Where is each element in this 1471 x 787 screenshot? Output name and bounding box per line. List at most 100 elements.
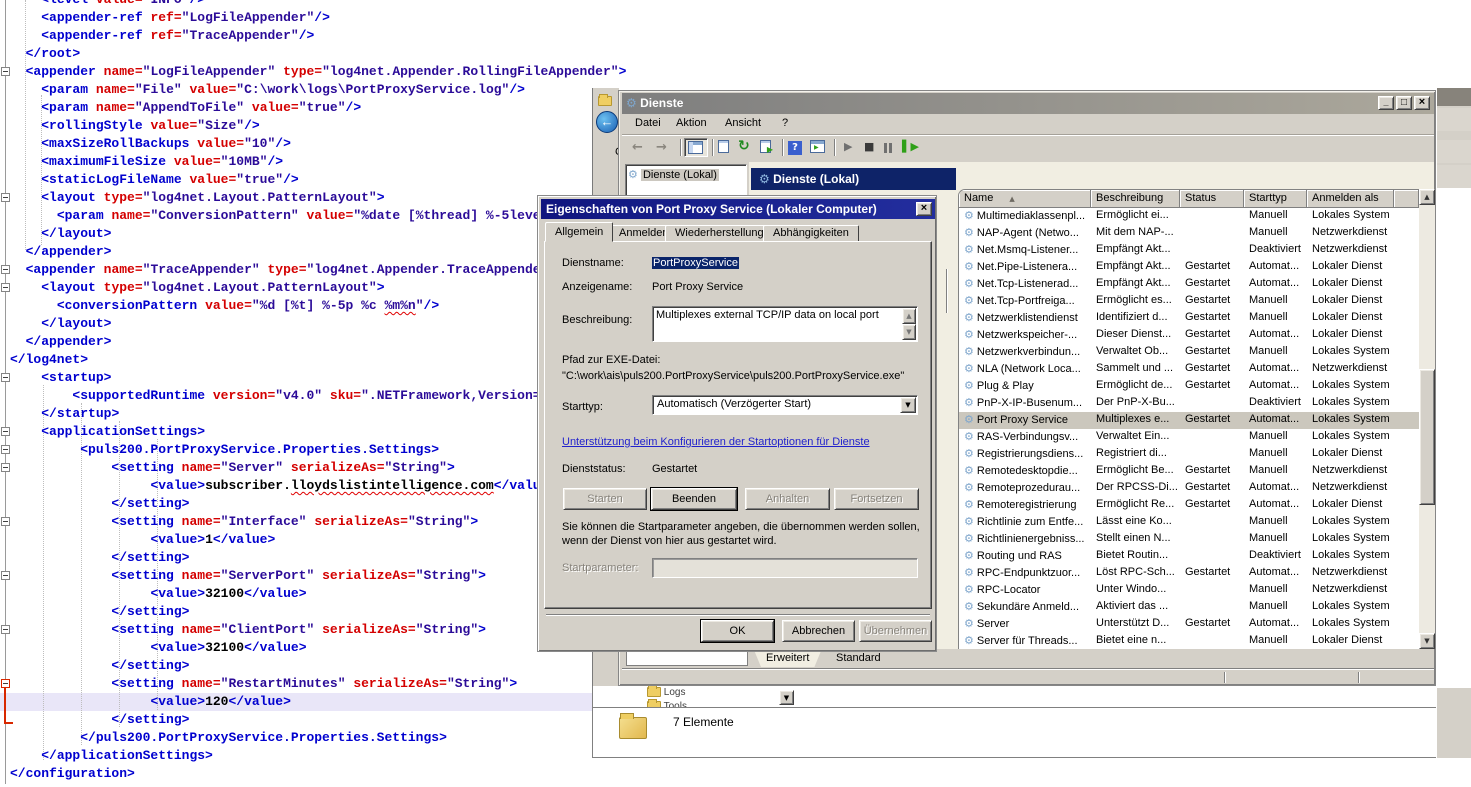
minimize-button[interactable]: _ bbox=[1378, 96, 1394, 110]
service-row[interactable]: ⚙Net.Pipe-Listenera... Empfängt Akt... G… bbox=[959, 259, 1419, 276]
menu-help[interactable]: ? bbox=[782, 117, 788, 129]
abbrechen-button[interactable]: Abbrechen bbox=[782, 620, 855, 642]
fold-toggle-icon[interactable] bbox=[1, 625, 10, 634]
tab-standard[interactable]: Standard bbox=[824, 650, 893, 667]
explorer-folder-list: Logs Tools ▼ bbox=[593, 686, 1471, 708]
service-row[interactable]: ⚙Server Unterstützt D... Gestartet Autom… bbox=[959, 616, 1419, 633]
starten-button[interactable]: Starten bbox=[563, 488, 647, 510]
tab-allgemein[interactable]: Allgemein bbox=[545, 222, 613, 242]
startparameter-input[interactable] bbox=[652, 558, 918, 578]
value-dienstname[interactable]: PortProxyService bbox=[652, 257, 739, 269]
tab-erweitert[interactable]: Erweitert bbox=[754, 650, 821, 667]
scroll-up-icon[interactable]: ▲ bbox=[1419, 189, 1435, 205]
service-row[interactable]: ⚙Net.Msmq-Listener... Empfängt Akt... De… bbox=[959, 242, 1419, 259]
scrollbar-thumb[interactable] bbox=[1419, 369, 1435, 505]
service-row[interactable]: ⚙Plug & Play Ermöglicht de... Gestartet … bbox=[959, 378, 1419, 395]
service-row[interactable]: ⚙RAS-Verbindungsv... Verwaltet Ein... Ma… bbox=[959, 429, 1419, 446]
menu-aktion[interactable]: Aktion bbox=[676, 117, 707, 129]
service-row[interactable]: ⚙Richtlinienergebniss... Stellt einen N.… bbox=[959, 531, 1419, 548]
tab-wiederherstellung[interactable]: Wiederherstellung bbox=[665, 225, 774, 241]
startoptions-help-link[interactable]: Unterstützung beim Konfigurieren der Sta… bbox=[562, 436, 870, 448]
back-icon[interactable]: ← bbox=[632, 140, 643, 155]
export-list-icon[interactable]: ▶ bbox=[760, 140, 771, 157]
console-tree-toggle-icon[interactable] bbox=[684, 138, 708, 157]
fold-toggle-icon[interactable] bbox=[1, 445, 10, 454]
close-button[interactable]: × bbox=[1414, 96, 1430, 110]
maximize-button[interactable]: □ bbox=[1396, 96, 1412, 110]
column-header-anmelden-als[interactable]: Anmelden als bbox=[1307, 190, 1394, 208]
fold-toggle-icon[interactable] bbox=[1, 427, 10, 436]
starttyp-value: Automatisch (Verzögerter Start) bbox=[657, 398, 811, 410]
service-row[interactable]: ⚙Remoteregistrierung Ermöglicht Re... Ge… bbox=[959, 497, 1419, 514]
service-row[interactable]: ⚙RPC-Locator Unter Windo... Manuell Netz… bbox=[959, 582, 1419, 599]
beenden-button[interactable]: Beenden bbox=[651, 488, 737, 510]
service-row[interactable]: ⚙Registrierungsdiens... Registriert di..… bbox=[959, 446, 1419, 463]
column-header-starttyp[interactable]: Starttyp bbox=[1244, 190, 1307, 208]
combo-arrow-icon[interactable]: ▼ bbox=[900, 397, 916, 413]
desc-scroll-up-icon[interactable]: ▲ bbox=[902, 308, 916, 324]
service-row[interactable]: ⚙Netzwerkverbindun... Verwaltet Ob... Ge… bbox=[959, 344, 1419, 361]
column-header-beschreibung[interactable]: Beschreibung bbox=[1091, 190, 1180, 208]
menu-ansicht[interactable]: Ansicht bbox=[725, 117, 761, 129]
fold-toggle-icon[interactable] bbox=[1, 193, 10, 202]
service-row[interactable]: ⚙PnP-X-IP-Busenum... Der PnP-X-Bu... Dea… bbox=[959, 395, 1419, 412]
service-row[interactable]: ⚙NLA (Network Loca... Sammelt und ... Ge… bbox=[959, 361, 1419, 378]
service-row[interactable]: ⚙Netzwerkspeicher-... Dieser Dienst... G… bbox=[959, 327, 1419, 344]
service-row[interactable]: ⚙Sekundäre Anmeld... Aktiviert das ... M… bbox=[959, 599, 1419, 616]
fold-toggle-icon[interactable] bbox=[1, 517, 10, 526]
service-gear-icon: ⚙ bbox=[964, 277, 974, 290]
combo-dropdown-button[interactable]: ▼ bbox=[779, 690, 794, 705]
startparam-hint-line1: Sie können die Startparameter angeben, d… bbox=[562, 521, 920, 533]
folder-list-item[interactable]: Logs bbox=[647, 687, 685, 698]
service-row[interactable]: ⚙Remoteprozedurau... Der RPCSS-Di... Ges… bbox=[959, 480, 1419, 497]
service-row[interactable]: ⚙Server für Threads... Bietet eine n... … bbox=[959, 633, 1419, 649]
stop-service-icon[interactable]: ■ bbox=[864, 140, 874, 153]
service-gear-icon: ⚙ bbox=[964, 362, 974, 375]
services-titlebar[interactable]: ⚙ Dienste _ □ × bbox=[622, 93, 1434, 114]
restart-service-icon[interactable]: ▌▶ bbox=[902, 140, 919, 153]
beschreibung-textbox[interactable]: Multiplexes external TCP/IP data on loca… bbox=[652, 306, 918, 342]
dialog-close-icon[interactable]: × bbox=[916, 202, 932, 216]
fold-toggle-icon[interactable] bbox=[1, 679, 10, 688]
tab-abhaengigkeiten[interactable]: Abhängigkeiten bbox=[763, 225, 859, 241]
starttyp-combobox[interactable]: Automatisch (Verzögerter Start) ▼ bbox=[652, 395, 918, 415]
pause-service-icon[interactable] bbox=[884, 142, 892, 157]
fold-toggle-icon[interactable] bbox=[1, 265, 10, 274]
services-list-scrollbar[interactable]: ▲ ▼ bbox=[1419, 189, 1435, 649]
start-service-icon[interactable]: ▶ bbox=[844, 140, 852, 153]
column-header-name[interactable]: Name▲ bbox=[959, 190, 1091, 208]
column-header-status[interactable]: Status bbox=[1180, 190, 1244, 208]
uebernehmen-button[interactable]: Übernehmen bbox=[859, 620, 932, 642]
forward-icon[interactable]: → bbox=[656, 140, 667, 155]
tree-item-dienste-lokal[interactable]: ⚙ Dienste (Lokal) bbox=[628, 168, 719, 181]
fortsetzen-button[interactable]: Fortsetzen bbox=[834, 488, 919, 510]
folder-list-item[interactable]: Tools bbox=[647, 701, 687, 708]
desc-scroll-down-icon[interactable]: ▼ bbox=[902, 324, 916, 340]
properties-icon[interactable] bbox=[718, 140, 729, 157]
dialog-titlebar[interactable]: Eigenschaften von Port Proxy Service (Lo… bbox=[541, 199, 935, 219]
fold-toggle-icon[interactable] bbox=[1, 283, 10, 292]
fold-toggle-icon[interactable] bbox=[1, 571, 10, 580]
service-row[interactable]: ⚙RPC-Endpunktzuor... Löst RPC-Sch... Ges… bbox=[959, 565, 1419, 582]
service-row[interactable]: ⚙Routing und RAS Bietet Routin... Deakti… bbox=[959, 548, 1419, 565]
service-row[interactable]: ⚙Net.Tcp-Listenerad... Empfängt Akt... G… bbox=[959, 276, 1419, 293]
help-icon[interactable]: ? bbox=[788, 139, 802, 155]
scroll-down-icon[interactable]: ▼ bbox=[1419, 633, 1435, 649]
explorer-back-button[interactable]: ← bbox=[596, 111, 618, 133]
service-row[interactable]: ⚙NAP-Agent (Netwo... Mit dem NAP-... Man… bbox=[959, 225, 1419, 242]
service-row[interactable]: ⚙Net.Tcp-Portfreiga... Ermöglicht es... … bbox=[959, 293, 1419, 310]
service-row[interactable]: ⚙Netzwerklistendienst Identifiziert d...… bbox=[959, 310, 1419, 327]
extended-view-icon[interactable] bbox=[810, 140, 825, 157]
ok-button[interactable]: OK bbox=[701, 620, 774, 642]
service-row[interactable]: ⚙Port Proxy Service Multiplexes e... Ges… bbox=[959, 412, 1419, 429]
service-row[interactable]: ⚙Richtlinie zum Entfe... Lässt eine Ko..… bbox=[959, 514, 1419, 531]
service-row[interactable]: ⚙Multimediaklassenpl... Ermöglicht ei...… bbox=[959, 208, 1419, 225]
fold-toggle-icon[interactable] bbox=[1, 463, 10, 472]
anhalten-button[interactable]: Anhalten bbox=[745, 488, 830, 510]
refresh-icon[interactable]: ↻ bbox=[738, 138, 750, 154]
service-row[interactable]: ⚙Remotedesktopdie... Ermöglicht Be... Ge… bbox=[959, 463, 1419, 480]
fold-toggle-icon[interactable] bbox=[1, 67, 10, 76]
services-toolbar: ← → ↻ ▶ ? ▶ ■ ▌▶ bbox=[622, 134, 1434, 160]
fold-toggle-icon[interactable] bbox=[1, 373, 10, 382]
menu-datei[interactable]: Datei bbox=[635, 117, 661, 129]
